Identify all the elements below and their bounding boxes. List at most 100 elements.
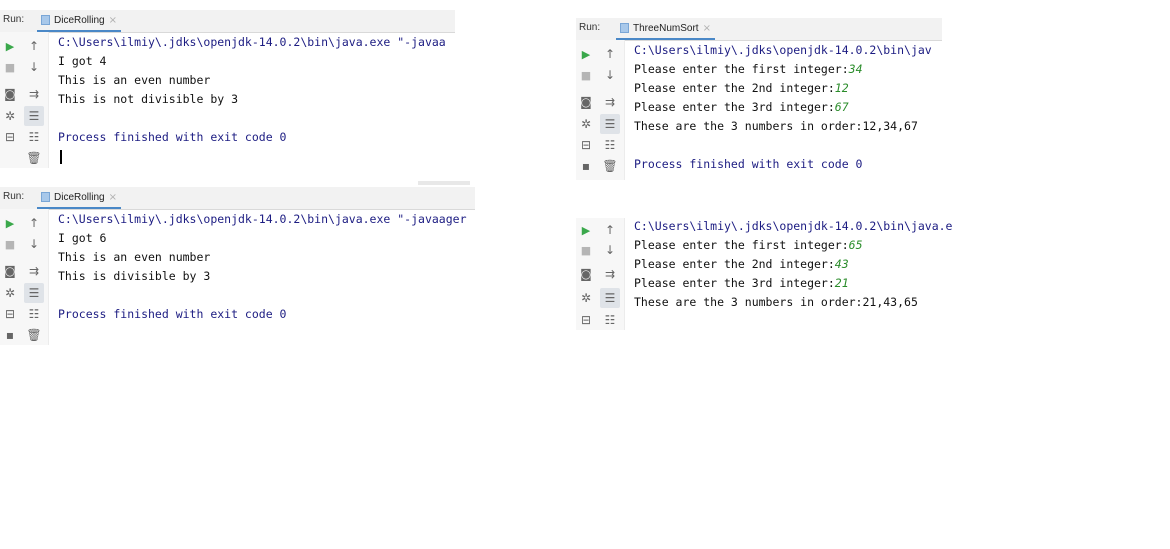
scroll-up-icon[interactable]: ↑ [24,36,44,56]
soft-wrap-icon[interactable]: ⇉ [24,84,44,104]
output-line: I got 4 [58,54,107,68]
stop-icon[interactable]: ■ [0,234,20,254]
output-line: This is an even number [58,250,211,264]
exit-icon[interactable]: ⊟ [0,304,20,324]
close-tab-icon[interactable]: × [109,15,117,26]
user-input: 43 [834,257,849,271]
console-output[interactable]: C:\Users\ilmiy\.jdks\openjdk-14.0.2\bin\… [58,32,455,168]
prompt-text: Please enter the 3rd integer: [634,276,835,290]
clear-all-icon[interactable]: 🗑 [24,148,44,168]
exit-icon[interactable]: ⊟ [0,127,20,147]
pin-icon[interactable]: ▪ [0,325,20,345]
output-line: These are the 3 numbers in order:21,43,6… [634,295,918,309]
tab-label: ThreeNumSort [633,22,699,34]
scroll-down-icon[interactable]: ↓ [600,65,620,85]
run-label: Run: [3,14,25,25]
camera-icon[interactable]: ◙ [576,264,596,284]
user-input: 12 [834,81,849,95]
window-edge [418,181,470,185]
bug-icon[interactable]: ✲ [0,283,20,303]
prompt-line: Please enter the first integer:34 [634,61,863,77]
command-line: C:\Users\ilmiy\.jdks\openjdk-14.0.2\bin\… [58,35,446,49]
scroll-to-end-icon[interactable]: ☰ [24,106,44,126]
output-line: This is not divisible by 3 [58,92,239,106]
run-toolwindow-header: Run: ThreeNumSort × [576,18,942,41]
scroll-to-end-icon[interactable]: ☰ [600,114,620,134]
rerun-icon[interactable]: ▶ [0,36,20,56]
bug-icon[interactable]: ✲ [576,114,596,134]
soft-wrap-icon[interactable]: ⇉ [24,261,44,281]
scroll-down-icon[interactable]: ↓ [600,240,620,260]
tab-dicerolling[interactable]: DiceRolling × [37,187,121,209]
prompt-line: Please enter the 2nd integer:12 [634,80,849,96]
console-output[interactable]: C:\Users\ilmiy\.jdks\openjdk-14.0.2\bin\… [634,218,962,330]
exit-icon[interactable]: ⊟ [576,310,596,330]
console-tab-icon [41,15,50,25]
rerun-icon[interactable]: ▶ [576,220,596,240]
user-input: 21 [834,276,849,290]
exit-message: Process finished with exit code 0 [58,307,287,321]
user-input: 34 [848,62,863,76]
prompt-text: Please enter the 3rd integer: [634,100,835,114]
camera-icon[interactable]: ◙ [0,261,20,281]
pin-icon[interactable]: ▪ [576,156,596,176]
console-toolbar: ▶ ■ ◙ ✲ ⊟ ▪ ↑ ↓ ⇉ ☰ ☷ 🗑 [0,209,49,345]
prompt-text: Please enter the 2nd integer: [634,257,835,271]
scroll-up-icon[interactable]: ↑ [600,220,620,240]
prompt-line: Please enter the first integer:65 [634,237,863,253]
camera-icon[interactable]: ◙ [0,84,20,104]
soft-wrap-icon[interactable]: ⇉ [600,92,620,112]
run-panel-dicerolling-1: Run: DiceRolling × ▶ ■ ◙ ✲ ⊟ ↑ ↓ ⇉ ☰ ☷ 🗑… [0,10,455,168]
bug-icon[interactable]: ✲ [0,106,20,126]
rerun-icon[interactable]: ▶ [0,213,20,233]
output-line: This is divisible by 3 [58,269,211,283]
run-label: Run: [579,22,601,33]
console-tab-icon [41,192,50,202]
scroll-to-end-icon[interactable]: ☰ [24,283,44,303]
run-panel-threenumsort-2: ▶ ■ ◙ ✲ ⊟ ↑ ↓ ⇉ ☰ ☷ C:\Users\ilmiy\.jdks… [576,218,962,330]
user-input: 65 [848,238,863,252]
print-icon[interactable]: ☷ [24,127,44,147]
print-icon[interactable]: ☷ [24,304,44,324]
scroll-up-icon[interactable]: ↑ [24,213,44,233]
console-toolbar: ▶ ■ ◙ ✲ ⊟ ↑ ↓ ⇉ ☰ ☷ [576,218,625,330]
console-tab-icon [620,23,629,33]
command-line: C:\Users\ilmiy\.jdks\openjdk-14.0.2\bin\… [58,212,467,226]
prompt-line: Please enter the 3rd integer:21 [634,275,849,291]
soft-wrap-icon[interactable]: ⇉ [600,264,620,284]
scroll-down-icon[interactable]: ↓ [24,234,44,254]
run-toolwindow-header: Run: DiceRolling × [0,10,455,33]
stop-icon[interactable]: ■ [576,65,596,85]
print-icon[interactable]: ☷ [600,135,620,155]
camera-icon[interactable]: ◙ [576,92,596,112]
prompt-text: Please enter the 2nd integer: [634,81,835,95]
scroll-to-end-icon[interactable]: ☰ [600,288,620,308]
tab-label: DiceRolling [54,191,105,203]
tab-dicerolling[interactable]: DiceRolling × [37,10,121,32]
rerun-icon[interactable]: ▶ [576,44,596,64]
output-line: These are the 3 numbers in order:12,34,6… [634,119,918,133]
exit-icon[interactable]: ⊟ [576,135,596,155]
close-tab-icon[interactable]: × [109,192,117,203]
stop-icon[interactable]: ■ [576,240,596,260]
clear-all-icon[interactable]: 🗑 [600,156,620,176]
console-output[interactable]: C:\Users\ilmiy\.jdks\openjdk-14.0.2\bin\… [58,209,475,345]
stop-icon[interactable]: ■ [0,57,20,77]
clear-all-icon[interactable]: 🗑 [24,325,44,345]
tab-threenumsort[interactable]: ThreeNumSort × [616,18,715,40]
console-toolbar: ▶ ■ ◙ ✲ ⊟ ↑ ↓ ⇉ ☰ ☷ 🗑 [0,32,49,168]
scroll-down-icon[interactable]: ↓ [24,57,44,77]
prompt-text: Please enter the first integer: [634,238,849,252]
run-panel-threenumsort: Run: ThreeNumSort × ▶ ■ ◙ ✲ ⊟ ▪ ↑ ↓ ⇉ ☰ … [576,18,942,180]
close-tab-icon[interactable]: × [703,23,711,34]
command-line: C:\Users\ilmiy\.jdks\openjdk-14.0.2\bin\… [634,43,932,57]
console-output[interactable]: C:\Users\ilmiy\.jdks\openjdk-14.0.2\bin\… [634,40,942,180]
print-icon[interactable]: ☷ [600,310,620,330]
scroll-up-icon[interactable]: ↑ [600,44,620,64]
run-toolwindow-header: Run: DiceRolling × [0,187,475,210]
bug-icon[interactable]: ✲ [576,288,596,308]
exit-message: Process finished with exit code 0 [58,130,287,144]
exit-message: Process finished with exit code 0 [634,157,863,171]
tab-label: DiceRolling [54,14,105,26]
run-label: Run: [3,191,25,202]
